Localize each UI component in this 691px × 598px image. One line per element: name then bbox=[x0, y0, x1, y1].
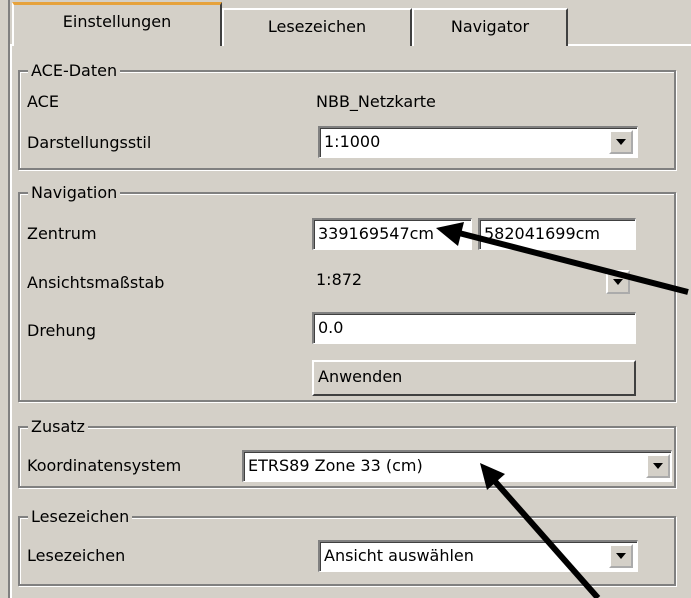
arrow-annotation-crs bbox=[480, 463, 601, 598]
annotation-arrows bbox=[436, 222, 689, 598]
arrow-annotation-center bbox=[436, 222, 689, 295]
